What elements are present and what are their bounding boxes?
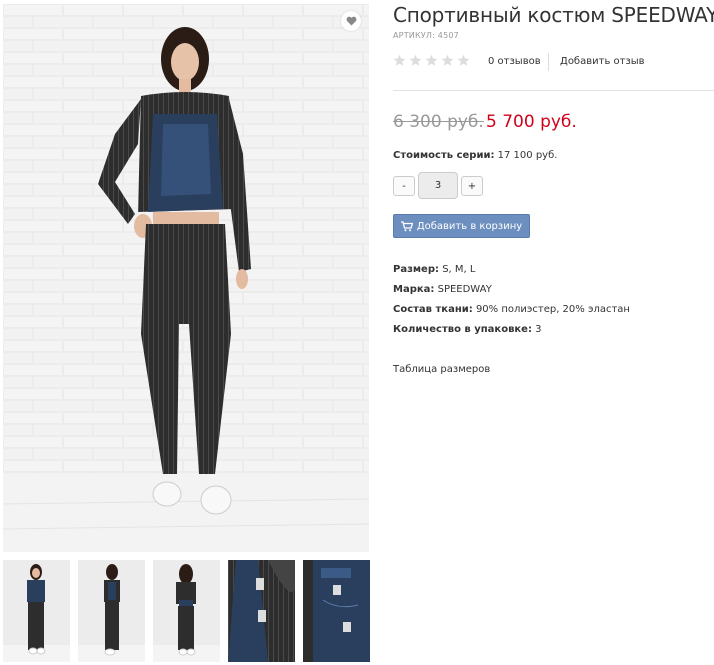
- star-icon[interactable]: [393, 54, 406, 67]
- thumbnail-3[interactable]: [153, 560, 220, 662]
- add-review-link[interactable]: Добавить отзыв: [560, 56, 645, 67]
- reviews-count[interactable]: 0 отзывов: [488, 56, 541, 67]
- star-icon[interactable]: [409, 54, 422, 67]
- favorite-button[interactable]: [341, 11, 361, 31]
- divider: [548, 53, 549, 71]
- property-size: Размер: S, M, L: [393, 260, 630, 280]
- property-label: Марка:: [393, 284, 435, 295]
- property-brand: Марка: SPEEDWAY: [393, 280, 630, 300]
- thumbnail-strip: [3, 560, 373, 662]
- size-table-link[interactable]: Таблица размеров: [393, 364, 490, 375]
- quantity-decrease-button[interactable]: -: [393, 176, 415, 196]
- property-value: 3: [535, 324, 542, 335]
- star-icon[interactable]: [441, 54, 454, 67]
- divider: [393, 90, 714, 91]
- product-sku: АРТИКУЛ: 4507: [393, 31, 459, 40]
- property-pack-quantity: Количество в упаковке: 3: [393, 320, 630, 340]
- old-price: 6 300 руб.: [393, 112, 484, 132]
- property-label: Количество в упаковке:: [393, 324, 532, 335]
- main-product-image[interactable]: [3, 4, 369, 552]
- quantity-input[interactable]: [418, 172, 458, 199]
- star-rating[interactable]: [393, 54, 470, 67]
- add-to-cart-label: Добавить в корзину: [416, 220, 523, 232]
- property-value: S, M, L: [442, 264, 476, 275]
- add-to-cart-button[interactable]: Добавить в корзину: [393, 214, 530, 238]
- series-cost-label: Стоимость серии:: [393, 150, 495, 161]
- quantity-increase-button[interactable]: +: [461, 176, 483, 196]
- star-icon[interactable]: [425, 54, 438, 67]
- thumbnail-5[interactable]: [303, 560, 370, 662]
- product-title: Спортивный костюм SPEEDWAY: [393, 3, 714, 27]
- series-cost: Стоимость серии: 17 100 руб.: [393, 150, 557, 161]
- property-fabric: Состав ткани: 90% полиэстер, 20% эластан: [393, 300, 630, 320]
- property-label: Размер:: [393, 264, 440, 275]
- thumbnail-1[interactable]: [3, 560, 70, 662]
- current-price: 5 700 руб.: [486, 112, 577, 132]
- property-value: SPEEDWAY: [437, 284, 492, 295]
- series-cost-value: 17 100 руб.: [497, 150, 558, 161]
- thumbnail-2[interactable]: [78, 560, 145, 662]
- thumbnail-4[interactable]: [228, 560, 295, 662]
- heart-icon: [346, 16, 356, 26]
- cart-icon: [400, 220, 413, 231]
- star-icon[interactable]: [457, 54, 470, 67]
- property-label: Состав ткани:: [393, 304, 473, 315]
- product-properties: Размер: S, M, L Марка: SPEEDWAY Состав т…: [393, 260, 630, 340]
- property-value: 90% полиэстер, 20% эластан: [475, 304, 630, 315]
